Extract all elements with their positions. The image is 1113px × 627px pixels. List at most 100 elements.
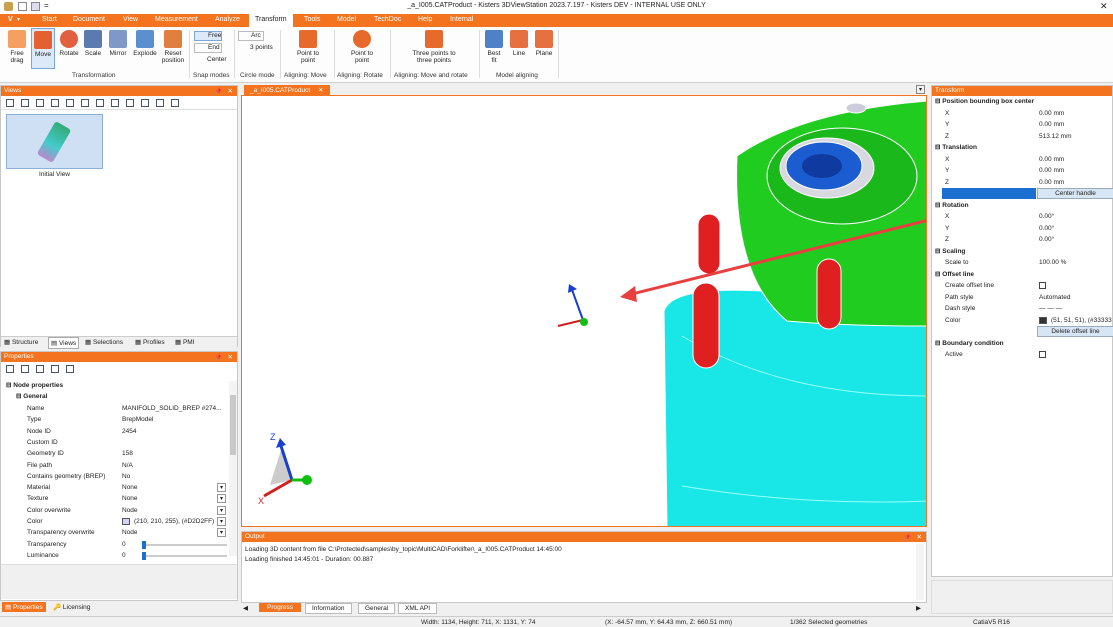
tab-general[interactable]: General — [358, 603, 396, 614]
transform-row[interactable]: Z 513.12 mm — [945, 131, 1113, 143]
three-points-button[interactable]: Three points to three points — [406, 30, 462, 64]
move-button[interactable]: Move — [31, 28, 55, 69]
property-value[interactable]: MANIFOLD_SOLID_BREP #274... — [122, 403, 222, 415]
menu-techdoc[interactable]: TechDoc — [374, 16, 401, 23]
slider-thumb[interactable] — [142, 551, 146, 560]
menu-tools[interactable]: Tools — [304, 16, 320, 23]
point-to-point-rotate-button[interactable]: Point to point — [344, 30, 380, 64]
property-row[interactable]: Geometry ID 158 — [27, 448, 227, 460]
property-value[interactable]: Node — [122, 527, 138, 539]
view-icon[interactable] — [51, 99, 59, 107]
transform-row[interactable]: Color (51, 51, 51), (#33333 — [945, 315, 1113, 327]
property-row[interactable]: Luminance 0 — [27, 550, 227, 562]
dropdown-arrow-icon[interactable]: ▾ — [217, 494, 226, 504]
dropdown-arrow-icon[interactable]: ▾ — [217, 505, 226, 515]
property-value[interactable]: BrepModel — [122, 414, 153, 426]
property-row[interactable]: Contains geometry (BREP) No — [27, 471, 227, 483]
transform-value[interactable]: 0.00 mm — [1039, 154, 1064, 166]
menu-document[interactable]: Document — [73, 16, 105, 23]
transform-section-header[interactable]: ⊟ Rotation — [935, 200, 1113, 212]
view-icon[interactable] — [141, 99, 149, 107]
tab-list-dropdown-icon[interactable]: ▾ — [916, 85, 925, 94]
gizmo-y-handle[interactable] — [580, 318, 588, 326]
tab-profiles[interactable]: ▦ Profiles — [135, 338, 165, 346]
dropdown-arrow-icon[interactable]: ▾ — [217, 483, 226, 493]
close-icon[interactable]: ✕ — [1100, 1, 1108, 12]
close-icon[interactable]: ✕ — [917, 533, 922, 541]
transform-section-header[interactable]: ⊟ Offset line — [935, 269, 1113, 281]
menu-view[interactable]: View — [123, 16, 138, 23]
pin-icon[interactable]: 📌 — [904, 533, 912, 541]
transform-value[interactable]: 0.00° — [1039, 234, 1054, 246]
line-align-button[interactable]: Line — [509, 30, 529, 57]
property-row[interactable]: Texture None ▾ — [27, 493, 227, 505]
snap-free-button[interactable]: Free — [194, 31, 222, 41]
transform-value[interactable]: — — — — [1039, 303, 1062, 315]
3d-scene[interactable] — [242, 96, 927, 527]
dropdown-arrow-icon[interactable]: ▾ — [217, 528, 226, 538]
property-row[interactable]: Transparency overwrite Node ▾ — [27, 527, 227, 539]
free-drag-button[interactable]: Free drag — [5, 30, 29, 64]
tab-licensing[interactable]: 🔑 Licensing — [53, 603, 90, 611]
menu-model[interactable]: Model — [337, 16, 356, 23]
slider-track[interactable] — [142, 551, 227, 560]
close-icon[interactable]: ✕ — [318, 87, 323, 94]
view-icon[interactable] — [6, 99, 14, 107]
pin-icon[interactable]: 📌 — [215, 87, 223, 95]
scroll-thumb[interactable] — [230, 395, 236, 455]
3d-viewport[interactable]: Z X — [241, 95, 927, 527]
transform-value[interactable]: 513.12 mm — [1039, 131, 1072, 143]
transform-row[interactable]: Y 0.00 mm — [945, 165, 1113, 177]
mirror-button[interactable]: Mirror — [106, 30, 130, 57]
tab-xml-api[interactable]: XML API — [398, 603, 438, 614]
transform-row[interactable]: X 0.00 mm — [945, 108, 1113, 120]
circle-three-points-button[interactable]: 3 points — [238, 44, 273, 51]
transform-value[interactable]: (51, 51, 51), (#33333 — [1051, 315, 1112, 327]
red-pin[interactable] — [816, 258, 842, 330]
transform-row[interactable]: Z 0.00° — [945, 234, 1113, 246]
transform-row[interactable]: X 0.00 mm — [945, 154, 1113, 166]
checkbox[interactable] — [1039, 282, 1046, 289]
snap-center-button[interactable]: Center — [194, 56, 227, 63]
view-icon[interactable] — [126, 99, 134, 107]
tab-properties[interactable]: ▤ Properties — [2, 602, 46, 612]
sort-icon[interactable] — [36, 365, 44, 373]
tab-information[interactable]: Information — [305, 603, 352, 614]
property-value[interactable]: None — [122, 493, 138, 505]
property-value[interactable]: 0 — [122, 539, 126, 551]
property-row[interactable]: Material None ▾ — [27, 482, 227, 494]
transform-value[interactable]: 0.00 mm — [1039, 108, 1064, 120]
slider-track[interactable] — [142, 540, 227, 549]
property-row[interactable]: Node ID 2454 — [27, 426, 227, 438]
transform-section-header[interactable]: ⊟ Position bounding box center — [935, 96, 1113, 108]
snap-end-button[interactable]: End — [194, 43, 222, 53]
transform-row[interactable]: Path style Automated — [945, 292, 1113, 304]
tab-selections[interactable]: ▦ Selections — [85, 338, 123, 346]
tab-views[interactable]: ▤ Views — [48, 337, 80, 349]
transform-value[interactable]: 0.00° — [1039, 223, 1054, 235]
transform-section-header[interactable]: ⊟ Translation — [935, 142, 1113, 154]
checkbox[interactable] — [1039, 351, 1046, 358]
view-icon[interactable] — [156, 99, 164, 107]
properties-scrollbar[interactable] — [229, 381, 237, 556]
property-value[interactable]: No — [122, 471, 130, 483]
transform-row[interactable]: Active — [945, 349, 1113, 361]
property-value[interactable]: 158 — [122, 448, 133, 460]
transform-row[interactable]: Scale to 100.00 % — [945, 257, 1113, 269]
transform-value[interactable]: 0.00 mm — [1039, 119, 1064, 131]
transform-section-header[interactable]: ⊟ Boundary condition — [935, 338, 1113, 350]
close-icon[interactable]: ✕ — [228, 87, 233, 95]
property-value[interactable]: None — [122, 482, 138, 494]
view-icon[interactable] — [111, 99, 119, 107]
property-row[interactable]: Name MANIFOLD_SOLID_BREP #274... — [27, 403, 227, 415]
view-icon[interactable] — [36, 99, 44, 107]
property-row[interactable]: File path N/A — [27, 460, 227, 472]
property-row[interactable]: Type BrepModel — [27, 414, 227, 426]
menu-transform[interactable]: Transform — [249, 14, 293, 27]
point-to-point-move-button[interactable]: Point to point — [290, 30, 326, 64]
rotate-button[interactable]: Rotate — [57, 30, 81, 57]
red-pin[interactable] — [692, 282, 720, 369]
view-icon[interactable] — [81, 99, 89, 107]
transform-row[interactable]: Y 0.00° — [945, 223, 1113, 235]
view-icon[interactable] — [66, 99, 74, 107]
